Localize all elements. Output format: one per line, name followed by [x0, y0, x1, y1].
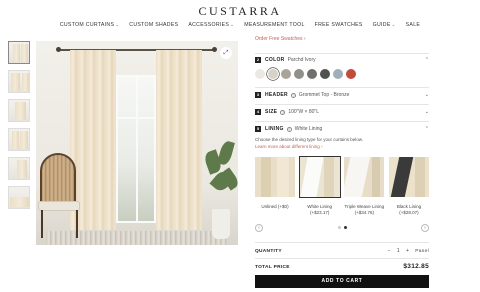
nav-custom-curtains[interactable]: CUSTOM CURTAINS ⌄ — [60, 22, 119, 28]
help-icon[interactable]: ? — [290, 92, 296, 98]
section-size[interactable]: 4 SIZE ? 100"W × 80"L ⌄ — [255, 109, 429, 115]
chair — [40, 153, 76, 205]
color-swatch[interactable] — [346, 69, 356, 79]
chevron-down-icon: ⌄ — [391, 22, 396, 27]
chevron-up-icon: ⌃ — [424, 57, 429, 63]
lining-option-unlined[interactable]: Unlined (+$0) — [255, 157, 295, 215]
decrement-button[interactable]: − — [388, 248, 391, 254]
color-swatch[interactable] — [307, 69, 317, 79]
lining-description: Choose the desired lining type for your … — [255, 137, 429, 150]
thumbnail-4[interactable] — [8, 128, 30, 151]
thumbnail-3[interactable] — [8, 99, 30, 122]
rug — [46, 231, 228, 245]
thumbnail-6[interactable] — [8, 186, 30, 209]
curtain-panel-right — [156, 50, 202, 230]
thumbnail-strip — [8, 41, 30, 215]
color-swatches — [255, 69, 429, 79]
color-swatch[interactable] — [320, 69, 330, 79]
chevron-down-icon: ⌄ — [424, 109, 429, 115]
lining-option-white[interactable]: White Lining (+$23.17) — [298, 156, 341, 215]
quantity-row: QUANTITY − 1 + Panel — [255, 248, 429, 254]
chevron-left-icon[interactable]: ‹ — [255, 223, 263, 232]
total-price: $312.85 — [403, 263, 429, 270]
order-swatches-link[interactable]: Order Free Swatches › — [255, 36, 429, 42]
main-nav: CUSTOM CURTAINS ⌄ CUSTOM SHADES ACCESSORI… — [0, 22, 480, 28]
color-swatch[interactable] — [268, 69, 278, 79]
chevron-down-icon: ⌄ — [230, 22, 235, 27]
color-swatch[interactable] — [255, 69, 265, 79]
chevron-down-icon: ⌄ — [115, 22, 120, 27]
lining-carousel-pager: ‹ › — [255, 223, 429, 232]
help-icon[interactable]: ? — [280, 109, 286, 115]
nav-sale[interactable]: SALE — [406, 22, 420, 28]
window — [116, 75, 156, 223]
increment-button[interactable]: + — [406, 248, 409, 254]
nav-guide[interactable]: GUIDE ⌄ — [373, 22, 396, 28]
nav-measurement-tool[interactable]: MEASUREMENT TOOL — [244, 22, 304, 28]
section-lining[interactable]: 5 LINING ? White Lining ⌃ — [255, 126, 429, 132]
section-color[interactable]: 2 COLOR Parchd Ivory ⌃ — [255, 57, 429, 63]
chevron-down-icon: ⌄ — [424, 92, 429, 98]
total-row: TOTAL PRICE $312.85 — [255, 263, 429, 270]
lining-info-link[interactable]: Learn more about different lining › — [255, 144, 429, 151]
color-swatch[interactable] — [333, 69, 343, 79]
nav-custom-shades[interactable]: CUSTOM SHADES — [129, 22, 178, 28]
lining-image — [344, 157, 385, 197]
color-swatch[interactable] — [294, 69, 304, 79]
quantity-unit: Panel — [415, 248, 429, 254]
expand-icon[interactable]: ⤢ — [220, 47, 232, 59]
page-dot[interactable] — [337, 226, 341, 229]
help-icon[interactable]: ? — [286, 126, 292, 132]
add-to-cart-button[interactable]: ADD TO CART — [255, 275, 429, 288]
lining-image — [388, 157, 429, 197]
chevron-right-icon[interactable]: › — [421, 223, 429, 232]
plant-pot — [212, 209, 230, 239]
thumbnail-5[interactable] — [8, 157, 30, 180]
lining-option-black[interactable]: Black Lining (+$28.07) — [388, 157, 429, 215]
lining-option-triple-weave[interactable]: Triple Weave Lining (+$34.76) — [344, 157, 385, 215]
thumbnail-1[interactable] — [8, 41, 30, 64]
lining-image — [255, 157, 295, 197]
nav-free-swatches[interactable]: FREE SWATCHES — [315, 22, 363, 28]
brand-logo[interactable]: CUSTARRA — [0, 4, 480, 19]
section-header[interactable]: 3 HEADER ? Grommet Top - Bronze ⌄ — [255, 92, 429, 98]
product-main-image[interactable]: ⤢ — [36, 41, 238, 245]
lining-options: Unlined (+$0) White Lining (+$23.17) Tri… — [255, 156, 429, 215]
quantity-stepper: − 1 + — [388, 248, 410, 254]
quantity-value[interactable]: 1 — [397, 248, 400, 254]
page-dot[interactable] — [343, 226, 347, 229]
thumbnail-2[interactable] — [8, 70, 30, 93]
lining-image — [298, 156, 341, 198]
color-swatch[interactable] — [281, 69, 291, 79]
chevron-up-icon: ⌃ — [424, 126, 429, 132]
nav-accessories[interactable]: ACCESSORIES ⌄ — [188, 22, 234, 28]
